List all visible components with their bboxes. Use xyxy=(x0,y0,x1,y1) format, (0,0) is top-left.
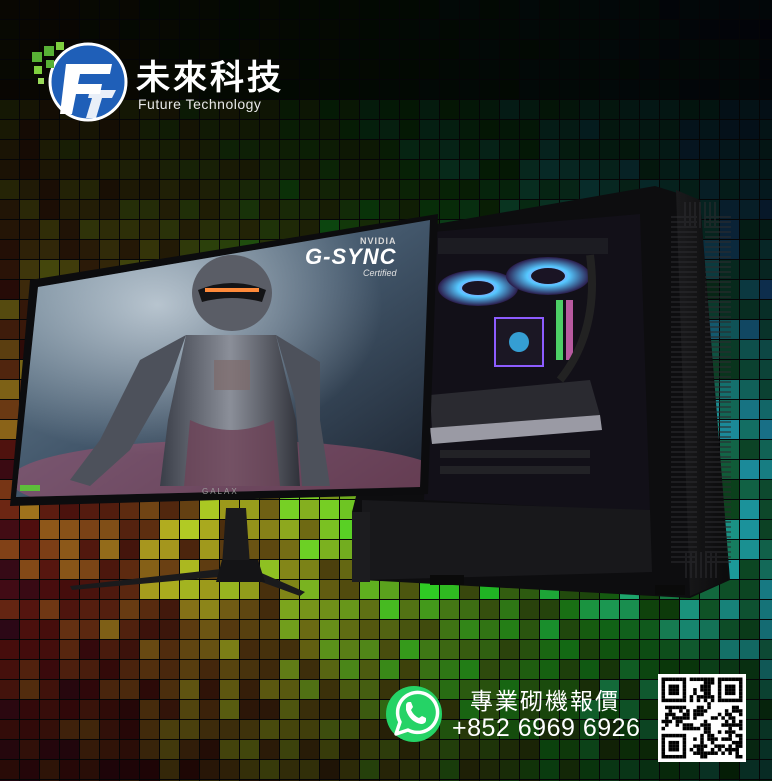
logo-title: 未來科技 xyxy=(136,58,284,98)
gsync-title: G-SYNC xyxy=(305,244,397,269)
whatsapp-icon[interactable] xyxy=(384,684,444,744)
ad-banner: NVIDIA G-SYNC Certified GALAX 未來科技 Futur… xyxy=(0,0,772,781)
gsync-certified: Certified xyxy=(363,268,397,278)
contact-block: 專業砌機報價 +852 6969 6926 xyxy=(380,670,760,770)
qr-code[interactable] xyxy=(658,674,746,762)
company-logo: 未來科技 Future Technology xyxy=(30,36,300,126)
gsync-badge: NVIDIA G-SYNC Certified xyxy=(305,236,397,278)
monitor-brand-label: GALAX xyxy=(202,487,239,496)
phone-number[interactable]: +852 6969 6926 xyxy=(452,714,640,743)
logo-subtitle: Future Technology xyxy=(138,96,262,112)
contact-label: 專業砌機報價 xyxy=(470,689,620,715)
ft-globe-logo-icon xyxy=(32,42,128,122)
